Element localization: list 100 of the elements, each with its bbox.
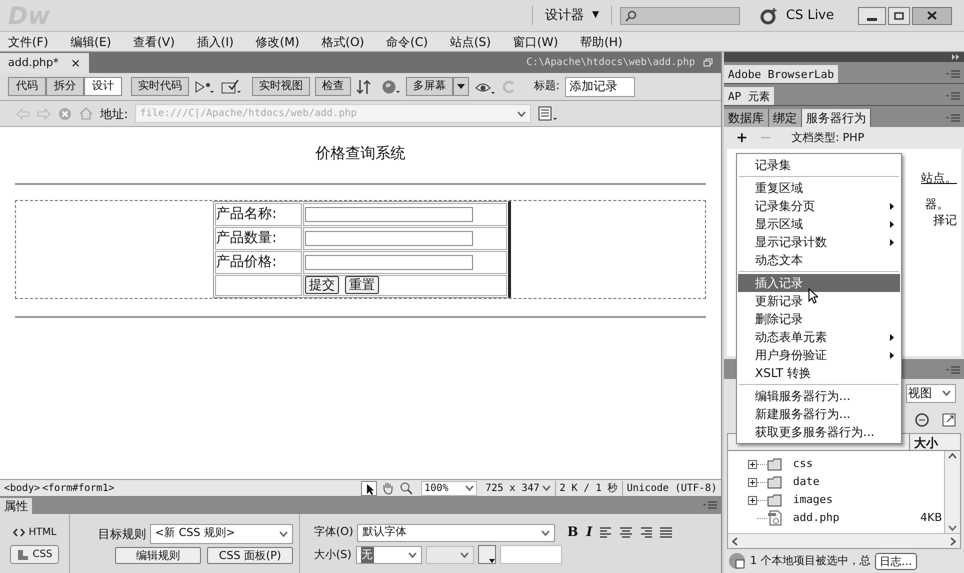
menu-option[interactable]: 新建服务器行为... <box>738 405 900 423</box>
menu-option[interactable]: 更新记录 <box>738 292 900 310</box>
properties-tab[interactable]: 属性 <box>0 498 32 514</box>
log-button[interactable]: 日志... <box>874 552 917 570</box>
align-center-icon[interactable] <box>620 527 632 538</box>
expand-window-icon[interactable] <box>942 413 956 427</box>
sync-icon[interactable] <box>914 412 930 428</box>
live-view-button[interactable]: 实时视图 <box>252 77 310 96</box>
panel-tab[interactable]: Adobe BrowserLab <box>724 65 838 83</box>
color-picker[interactable] <box>478 545 496 564</box>
pointer-tool-icon[interactable] <box>361 480 378 496</box>
tag-selector[interactable]: <body> <box>4 480 40 496</box>
minimize-button[interactable] <box>858 6 886 24</box>
text-field[interactable] <box>305 254 473 270</box>
text-field[interactable] <box>305 230 473 246</box>
menu-option[interactable]: 记录集 <box>738 156 900 174</box>
view-mode-tab[interactable]: 代码 <box>8 77 46 96</box>
text-field[interactable] <box>305 206 473 222</box>
inspect-button[interactable]: 检查 <box>315 77 351 96</box>
menu-option[interactable]: 用户身份验证 <box>738 346 900 364</box>
menu-item[interactable]: 编辑(E) <box>70 32 112 50</box>
property-mode-button[interactable]: CSS <box>10 545 60 564</box>
panel-tab[interactable]: 服务器行为 <box>802 109 871 127</box>
file-name[interactable]: css <box>793 456 813 472</box>
expand-icon[interactable] <box>748 496 757 504</box>
title-field[interactable]: 添加记录 <box>564 76 635 96</box>
form-button[interactable]: 重置 <box>345 276 379 294</box>
menu-option[interactable]: 显示区域 <box>738 215 900 233</box>
hand-tool-icon[interactable] <box>381 481 396 495</box>
menu-item[interactable]: 格式(O) <box>321 32 364 50</box>
menu-option[interactable]: 删除记录 <box>738 310 900 328</box>
multiscreen-button[interactable]: 多屏幕 <box>406 77 453 96</box>
edit-rule-button[interactable]: 编辑规则 <box>115 546 201 564</box>
view-mode-tab[interactable]: 拆分 <box>46 77 84 96</box>
menu-item[interactable]: 窗口(W) <box>512 32 558 50</box>
view-mode-tab[interactable]: 设计 <box>84 77 122 96</box>
panel-menu-icon[interactable] <box>946 114 960 122</box>
zoom-select[interactable]: 100% <box>421 480 478 496</box>
panel-tab[interactable]: AP 元素 <box>724 87 774 105</box>
file-name[interactable]: add.php <box>793 510 840 526</box>
form-button[interactable]: 提交 <box>305 276 339 294</box>
panel-menu-icon[interactable] <box>946 70 960 78</box>
italic-button[interactable]: I <box>586 522 592 542</box>
vertical-scrollbar[interactable] <box>944 451 960 533</box>
restore-icon[interactable] <box>703 58 713 67</box>
panel-tab[interactable]: 绑定 <box>769 109 802 127</box>
globe-icon[interactable] <box>381 78 401 94</box>
column-header[interactable]: 大小 <box>909 434 942 450</box>
close-button[interactable] <box>912 6 952 24</box>
view-select[interactable]: 视图 <box>906 384 956 402</box>
horizontal-scrollbar[interactable] <box>728 533 960 548</box>
bold-button[interactable]: B <box>567 522 578 542</box>
menu-item[interactable]: 查看(V) <box>133 32 175 50</box>
menu-option[interactable]: 显示记录计数 <box>738 233 900 251</box>
file-name[interactable]: date <box>793 474 820 490</box>
expand-icon[interactable] <box>748 478 757 486</box>
cs-live-label[interactable]: CS Live <box>786 6 834 26</box>
menu-item[interactable]: 命令(C) <box>386 32 428 50</box>
panel-menu-icon[interactable] <box>703 501 717 510</box>
file-name[interactable]: images <box>793 492 833 508</box>
workspace-switcher[interactable]: 设计器 ▼ <box>532 6 612 26</box>
menu-option[interactable]: 记录集分页 <box>738 197 900 215</box>
menu-option[interactable]: 动态文本 <box>738 251 900 269</box>
menu-option[interactable]: 重复区域 <box>738 179 900 197</box>
justify-icon[interactable] <box>660 527 672 538</box>
menu-option[interactable]: 插入记录 <box>738 274 900 292</box>
zoom-tool-icon[interactable] <box>399 481 414 495</box>
multiscreen-dropdown[interactable] <box>453 77 469 96</box>
panel-menu-icon[interactable] <box>946 92 960 100</box>
menu-option[interactable]: 编辑服务器行为... <box>738 387 900 405</box>
property-mode-button[interactable]: HTML <box>6 523 64 542</box>
tag-selector[interactable]: <form#form1> <box>42 480 114 496</box>
search-field[interactable] <box>620 6 740 24</box>
maximize-button[interactable] <box>888 6 910 24</box>
font-select[interactable]: 默认字体 <box>357 524 556 542</box>
add-button[interactable]: + <box>736 128 748 148</box>
menu-item[interactable]: 文件(F) <box>8 32 48 50</box>
list-icon[interactable] <box>538 106 558 122</box>
checklist-icon[interactable] <box>221 78 243 94</box>
menu-option[interactable]: XSLT 转换 <box>738 364 900 382</box>
menu-item[interactable]: 修改(M) <box>256 32 300 50</box>
target-rule-select[interactable]: <新 CSS 规则> <box>150 524 293 544</box>
menu-item[interactable]: 帮助(H) <box>580 32 623 50</box>
size-select[interactable]: 无 <box>356 546 422 564</box>
panel-tab[interactable]: 数据库 <box>724 109 769 127</box>
align-right-icon[interactable] <box>640 527 652 538</box>
menu-option[interactable]: 动态表单元素 <box>738 328 900 346</box>
window-size[interactable]: 725 x 347 <box>481 480 556 496</box>
menu-item[interactable]: 插入(I) <box>196 32 234 50</box>
css-panel-button[interactable]: CSS 面板(P) <box>207 546 293 564</box>
triangle-icon[interactable] <box>194 78 216 94</box>
collapse-arrows-icon[interactable] <box>952 54 960 60</box>
expand-icon[interactable] <box>748 460 757 468</box>
document-tab[interactable]: add.php* × <box>0 53 89 73</box>
menu-item[interactable]: 站点(S) <box>450 32 491 50</box>
panel-menu-icon[interactable] <box>946 366 960 375</box>
align-left-icon[interactable] <box>600 527 612 538</box>
menu-option[interactable]: 获取更多服务器行为... <box>738 423 900 441</box>
live-code-button[interactable]: 实时代码 <box>131 77 189 96</box>
color-field[interactable] <box>500 545 562 564</box>
